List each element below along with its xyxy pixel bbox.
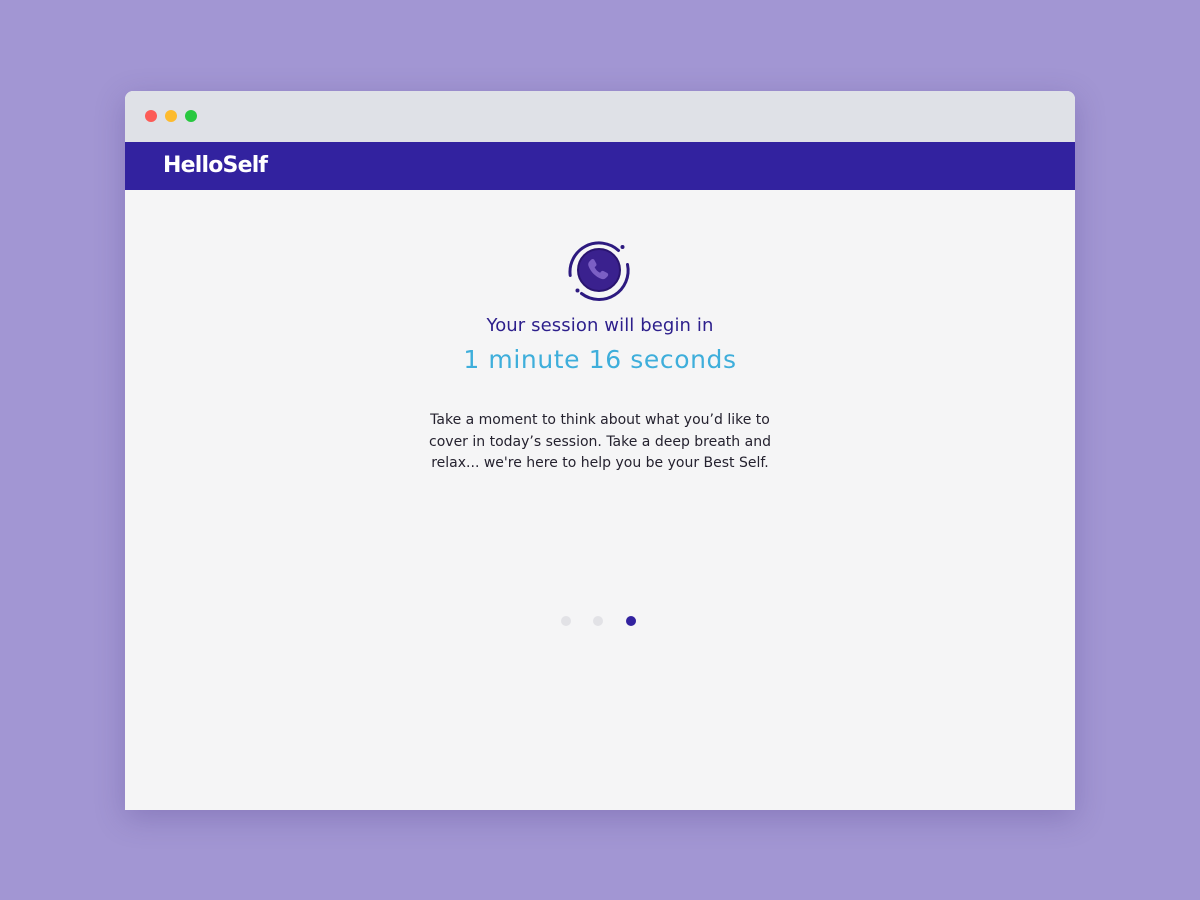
brand-logo[interactable]: HelloSelf — [163, 151, 268, 181]
pager-dot-2[interactable] — [593, 616, 603, 626]
session-waiting-screen: Your session will begin in 1 minute 16 s… — [125, 190, 1075, 810]
browser-window: HelloSelf Your session will begin in 1 m… — [125, 91, 1075, 810]
minimize-window-button[interactable] — [165, 110, 177, 122]
maximize-window-button[interactable] — [185, 110, 197, 122]
session-heading: Your session will begin in — [486, 315, 714, 336]
phone-icon — [568, 241, 630, 301]
session-message: Take a moment to think about what you’d … — [429, 412, 771, 471]
pager-dots — [555, 616, 645, 626]
pager-dot-3[interactable] — [626, 616, 636, 626]
countdown-timer: 1 minute 16 seconds — [463, 345, 737, 374]
app-header: HelloSelf — [125, 142, 1075, 190]
close-window-button[interactable] — [145, 110, 157, 122]
pager-dot-1[interactable] — [561, 616, 571, 626]
window-titlebar — [125, 91, 1075, 142]
